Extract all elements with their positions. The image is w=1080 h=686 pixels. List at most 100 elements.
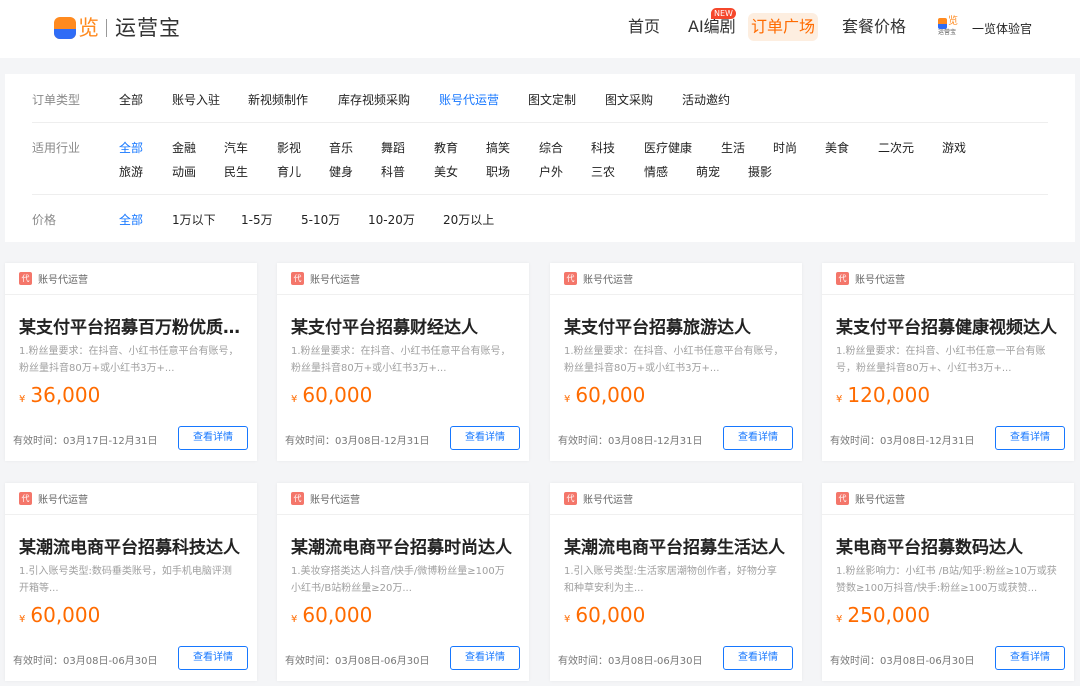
card-title[interactable]: 某支付平台招募财经达人: [291, 313, 517, 338]
filter-industry-option[interactable]: 搞笑: [486, 139, 510, 156]
order-card[interactable]: 代账号代运营 某潮流电商平台招募生活达人 1.引入账号类型:生活家居潮物创作者，好物…: [550, 483, 802, 681]
order-card[interactable]: 代账号代运营某电商平台招募数码达人 1.粉丝影响力：小红书 /B站/知乎:粉丝≥1…: [822, 483, 1074, 681]
filter-industry-option[interactable]: 影视: [277, 139, 301, 156]
card-category-tag: 代账号代运营: [291, 491, 360, 506]
currency-symbol: ¥: [291, 394, 298, 405]
brand-logo[interactable]: 览 运营宝: [54, 14, 181, 42]
order-card[interactable]: 代账号代运营 某支付平台招募健康视频达人 1.粉丝量要求：在抖音、小红书任意一平台有…: [822, 263, 1074, 461]
filter-order_type-option[interactable]: 图文定制: [528, 91, 576, 108]
valid-label: 有效时间：: [13, 436, 63, 447]
filter-price-option[interactable]: 10-20万: [368, 211, 415, 228]
filter-industry-option[interactable]: 摄影: [748, 163, 772, 180]
card-divider: [277, 294, 529, 295]
filter-industry-option[interactable]: 户外: [539, 163, 563, 180]
price-amount: 60,000: [302, 383, 373, 407]
filter-industry-option[interactable]: 旅游: [119, 163, 143, 180]
order-card[interactable]: 代账号代运营 某支付平台招募财经达人 1.粉丝量要求：在抖音、小红书任意平台有账号，…: [277, 263, 529, 461]
filter-industry-option[interactable]: 音乐: [329, 139, 353, 156]
filter-industry-option[interactable]: 动画: [172, 163, 196, 180]
valid-label: 有效时间：: [13, 656, 63, 667]
filter-order_type-option[interactable]: 图文采购: [605, 91, 653, 108]
filter-industry-option[interactable]: 全部: [119, 139, 143, 156]
card-category-label: 账号代运营: [38, 274, 88, 286]
filter-order_type-option[interactable]: 账号入驻: [172, 91, 220, 108]
card-title[interactable]: 某电商平台招募数码达人: [836, 533, 1062, 558]
order-card[interactable]: 代账号代运营某潮流电商平台招募时尚达人 1.美妆穿搭类达人抖音/快手/微博粉丝量≥…: [277, 483, 529, 681]
filter-industry-option[interactable]: 游戏: [942, 139, 966, 156]
currency-symbol: ¥: [564, 614, 571, 625]
filter-industry-option[interactable]: 二次元: [878, 139, 914, 156]
card-divider: [822, 294, 1074, 295]
filter-industry-option[interactable]: 教育: [434, 139, 458, 156]
card-description: 1.美妆穿搭类达人抖音/快手/微博粉丝量≥100万小红书/B站粉丝量≥20万..…: [291, 566, 505, 594]
view-details-button[interactable]: 查看详情: [178, 646, 248, 670]
card-title[interactable]: 某支付平台招募健康视频达人: [836, 313, 1062, 338]
card-price: ¥60,000: [291, 603, 372, 627]
view-details-button[interactable]: 查看详情: [995, 646, 1065, 670]
order-card[interactable]: 代账号代运营 某潮流电商平台招募科技达人 1.引入账号类型:数码垂类账号，如手机电脑…: [5, 483, 257, 681]
order-card[interactable]: 代账号代运营 某支付平台招募百万粉优质达人 1.粉丝量要求：在抖音、小红书任意平台有…: [5, 263, 257, 461]
filter-order_type-option[interactable]: 库存视频采购: [338, 91, 410, 108]
currency-symbol: ¥: [19, 614, 26, 625]
card-valid-period: 有效时间：03月08日-12月31日: [285, 432, 430, 447]
filter-order_type-option[interactable]: 新视频制作: [248, 91, 308, 108]
card-title[interactable]: 某潮流电商平台招募科技达人: [19, 533, 245, 558]
filter-industry-option[interactable]: 美女: [434, 163, 458, 180]
card-title[interactable]: 某支付平台招募旅游达人: [564, 313, 790, 338]
filter-industry-option[interactable]: 生活: [721, 139, 745, 156]
filter-industry-option[interactable]: 舞蹈: [381, 139, 405, 156]
filter-industry-option[interactable]: 萌宠: [696, 163, 720, 180]
card-category-label: 账号代运营: [855, 274, 905, 286]
valid-label: 有效时间：: [285, 436, 335, 447]
nav-order-square[interactable]: 订单广场: [748, 13, 818, 41]
card-category-tag: 代账号代运营: [564, 271, 633, 286]
user-menu[interactable]: 览 运营宝 一览体验官: [938, 17, 1032, 39]
card-price: ¥120,000: [836, 383, 930, 407]
view-details-button[interactable]: 查看详情: [995, 426, 1065, 450]
filter-industry-option[interactable]: 美食: [825, 139, 849, 156]
valid-label: 有效时间：: [285, 656, 335, 667]
filter-industry-option[interactable]: 科普: [381, 163, 405, 180]
card-title[interactable]: 某支付平台招募百万粉优质达人: [19, 313, 245, 338]
view-details-button[interactable]: 查看详情: [178, 426, 248, 450]
view-details-button[interactable]: 查看详情: [723, 426, 793, 450]
filter-industry-option[interactable]: 科技: [591, 139, 615, 156]
valid-label: 有效时间：: [830, 436, 880, 447]
filter-price-option[interactable]: 1-5万: [241, 211, 273, 228]
card-price: ¥60,000: [564, 603, 645, 627]
card-title[interactable]: 某潮流电商平台招募时尚达人: [291, 533, 517, 558]
filter-industry-option[interactable]: 金融: [172, 139, 196, 156]
filter-industry-option[interactable]: 情感: [644, 163, 668, 180]
currency-symbol: ¥: [564, 394, 571, 405]
nav-pricing[interactable]: 套餐价格: [842, 13, 906, 41]
filter-price-option[interactable]: 1万以下: [172, 211, 216, 228]
filter-order_type-option[interactable]: 账号代运营: [439, 91, 499, 108]
filter-industry-option[interactable]: 综合: [539, 139, 563, 156]
filter-industry-option[interactable]: 医疗健康: [644, 139, 692, 156]
filter-order_type-option[interactable]: 全部: [119, 91, 143, 108]
filter-industry-option[interactable]: 三农: [591, 163, 615, 180]
filter-order_type-option[interactable]: 活动邀约: [682, 91, 730, 108]
filter-price-option[interactable]: 全部: [119, 211, 143, 228]
valid-dates: 03月17日-12月31日: [63, 436, 158, 447]
filter-industry-option[interactable]: 民生: [224, 163, 248, 180]
card-description: 1.粉丝影响力：小红书 /B站/知乎:粉丝≥10万或获赞数≥100万抖音/快手:…: [836, 566, 1057, 594]
filter-industry-option[interactable]: 健身: [329, 163, 353, 180]
filter-industry-option[interactable]: 职场: [486, 163, 510, 180]
view-details-button[interactable]: 查看详情: [450, 646, 520, 670]
view-details-button[interactable]: 查看详情: [450, 426, 520, 450]
card-title[interactable]: 某潮流电商平台招募生活达人: [564, 533, 790, 558]
filter-industry-option[interactable]: 育儿: [277, 163, 301, 180]
filter-price-option[interactable]: 5-10万: [301, 211, 340, 228]
card-valid-period: 有效时间：03月08日-12月31日: [830, 432, 975, 447]
nav-home[interactable]: 首页: [628, 13, 660, 41]
card-category-tag: 代账号代运营: [836, 491, 905, 506]
agency-icon: 代: [291, 271, 304, 285]
filter-price-option[interactable]: 20万以上: [443, 211, 494, 228]
price-amount: 60,000: [575, 383, 646, 407]
order-card[interactable]: 代账号代运营 某支付平台招募旅游达人 1.粉丝量要求：在抖音、小红书任意平台有账号，…: [550, 263, 802, 461]
filter-industry-option[interactable]: 时尚: [773, 139, 797, 156]
filter-industry-option[interactable]: 汽车: [224, 139, 248, 156]
view-details-button[interactable]: 查看详情: [723, 646, 793, 670]
valid-dates: 03月08日-12月31日: [880, 436, 975, 447]
